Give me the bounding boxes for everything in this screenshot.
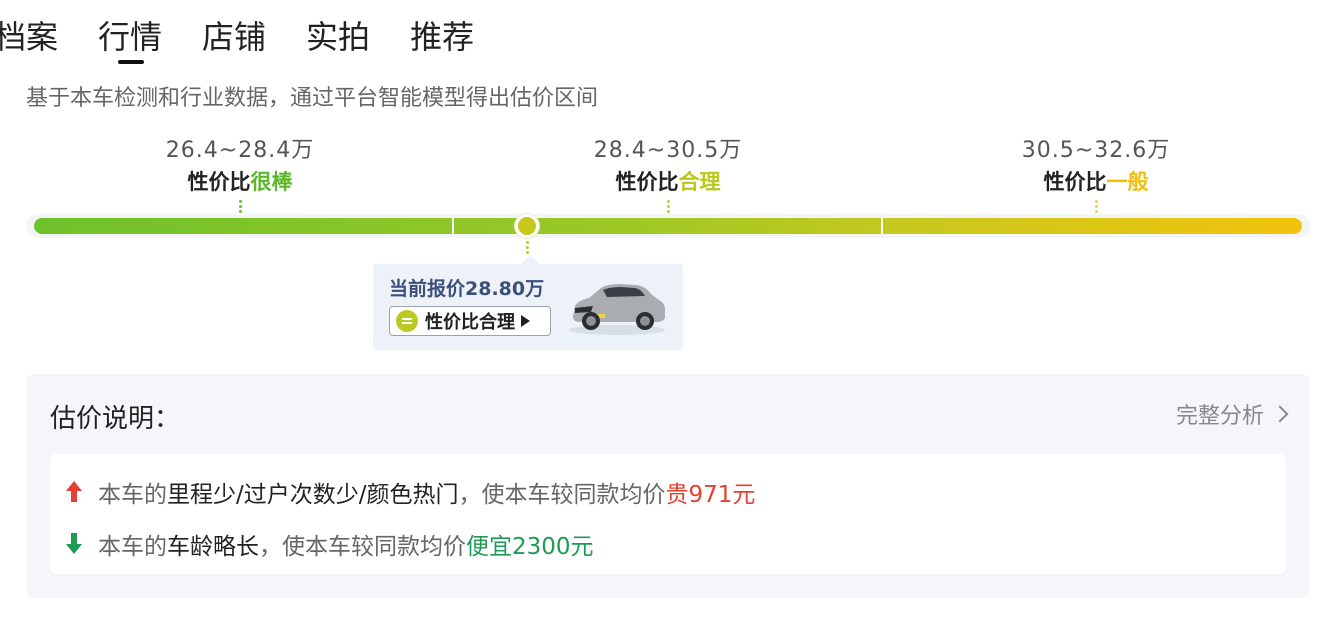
dotted-connector xyxy=(666,200,670,214)
current-price-marker xyxy=(515,214,539,238)
dotted-connector xyxy=(1094,200,1098,214)
play-arrow-icon xyxy=(521,315,530,327)
range-label: 性价比合理 xyxy=(615,170,721,194)
range-great: 26.4~28.4万 性价比很棒 xyxy=(130,132,350,214)
range-average: 30.5~32.6万 性价比一般 xyxy=(986,132,1206,214)
factor-row-down: 本车的 车龄略长 ，使本车较同款均价 便宜2300元 xyxy=(64,527,594,561)
section-title: 估价说明： xyxy=(50,404,181,434)
range-reasonable: 28.4~30.5万 性价比合理 xyxy=(558,132,778,214)
tab-market[interactable]: 行情 xyxy=(98,14,162,74)
gradient-bar xyxy=(34,218,1302,234)
tab-recommend[interactable]: 推荐 xyxy=(410,14,474,74)
factor-list: 本车的 里程少/过户次数少/颜色热门 ，使本车较同款均价 贵971元 本车的 车龄略长，… xyxy=(50,454,1286,574)
factor-text: 里程少/过户次数少/颜色热门 xyxy=(167,482,459,508)
segment-divider xyxy=(452,218,454,234)
tab-archive[interactable]: 档案 xyxy=(0,14,58,74)
tab-store[interactable]: 店铺 xyxy=(202,14,266,74)
marker-dotted-connector xyxy=(526,241,529,256)
range-label: 性价比一般 xyxy=(1043,170,1149,194)
tab-bar: 档案 行情 店铺 实拍 推荐 xyxy=(0,14,514,74)
range-label: 性价比很棒 xyxy=(187,170,293,194)
price-effect: 便宜2300元 xyxy=(466,534,594,560)
rating-text: 性价比合理 xyxy=(425,312,515,333)
current-price-card: 当前报价28.80万 性价比合理 xyxy=(373,255,683,350)
rating-button[interactable]: 性价比合理 xyxy=(389,306,551,336)
equal-badge-icon xyxy=(396,310,418,332)
segment-divider xyxy=(881,218,883,234)
factor-row-up: 本车的 里程少/过户次数少/颜色热门 ，使本车较同款均价 贵971元 xyxy=(64,475,755,509)
full-analysis-label: 完整分析 xyxy=(1175,404,1264,429)
full-analysis-link[interactable]: 完整分析 xyxy=(1175,398,1289,430)
car-image xyxy=(569,284,665,335)
price-effect: 贵971元 xyxy=(665,482,756,508)
range-price: 30.5~32.6万 xyxy=(1021,138,1171,163)
factor-text: 车龄略长 xyxy=(167,534,259,560)
arrow-up-icon xyxy=(64,481,84,503)
valuation-explanation: 估价说明： 完整分析 本车的 里程少/过户次数少/颜色热门 ，使本车较同款均价 贵97… xyxy=(26,374,1310,598)
valuation-subtitle: 基于本车检测和行业数据，通过平台智能模型得出估价区间 xyxy=(26,86,599,111)
chevron-right-icon xyxy=(1271,405,1289,423)
current-price-label: 当前报价28.80万 xyxy=(389,278,545,300)
range-price: 26.4~28.4万 xyxy=(165,138,315,163)
price-range-bar xyxy=(26,214,1310,238)
dotted-connector xyxy=(238,200,242,214)
range-price: 28.4~30.5万 xyxy=(593,138,743,163)
arrow-down-icon xyxy=(64,533,84,555)
tab-photos[interactable]: 实拍 xyxy=(306,14,370,74)
